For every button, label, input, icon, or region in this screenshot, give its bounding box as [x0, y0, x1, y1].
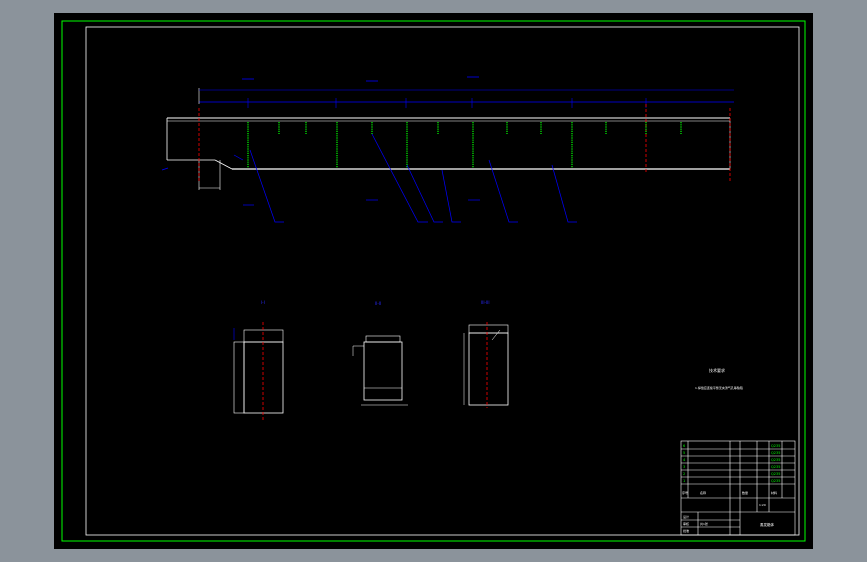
stiffener-marks [247, 122, 682, 168]
tb-row-1-mat: Q235 [771, 444, 780, 448]
section-view-3 [463, 322, 509, 408]
tb-header-no: 序号 [682, 490, 688, 495]
section-label-3: III-III [481, 300, 490, 305]
tb-sheet: 共1张 [700, 521, 708, 526]
title-block [680, 440, 796, 536]
tb-row-1-no: 6 [683, 444, 685, 448]
tb-row-5-mat: Q235 [771, 472, 780, 476]
tb-check: 审核 [683, 521, 689, 526]
tb-row-2-mat: Q235 [771, 451, 780, 455]
section-view-1 [233, 322, 284, 420]
drawing-canvas: I-I II-II III-III 技术要求 1.焊缝应连续平整无夹渣气孔等缺陷 [61, 20, 806, 542]
section-label-1: I-I [261, 300, 265, 305]
section-view-2 [352, 335, 408, 406]
tb-header-qty: 数量 [742, 490, 748, 495]
main-body-elevation [166, 104, 731, 190]
tb-row-3-mat: Q235 [771, 458, 780, 462]
tb-row-4-no: 3 [683, 465, 685, 469]
tb-row-3-no: 4 [683, 458, 686, 462]
dimension-chain [198, 88, 734, 108]
section-label-2: II-II [375, 301, 381, 306]
tb-design: 设计 [683, 514, 689, 519]
tb-row-6-no: 1 [683, 479, 685, 483]
tb-header-name: 名称 [700, 490, 706, 495]
tb-row-5-no: 2 [683, 472, 685, 476]
drawing-name: 蒸发箱体 [760, 522, 774, 527]
inner-frame [85, 26, 800, 536]
tb-row-6-mat: Q235 [771, 479, 780, 483]
tb-header-material: 材料 [771, 490, 777, 495]
tb-scale: 1:20 [759, 503, 766, 507]
notes-title: 技术要求 [709, 367, 725, 373]
tb-row-4-mat: Q235 [771, 465, 780, 469]
notes-line1: 1.焊缝应连续平整无夹渣气孔等缺陷 [695, 385, 743, 390]
tb-row-2-no: 5 [683, 451, 685, 455]
leader-lines [161, 133, 577, 223]
section-marks-top [242, 76, 479, 82]
tb-approve: 批准 [683, 528, 689, 533]
